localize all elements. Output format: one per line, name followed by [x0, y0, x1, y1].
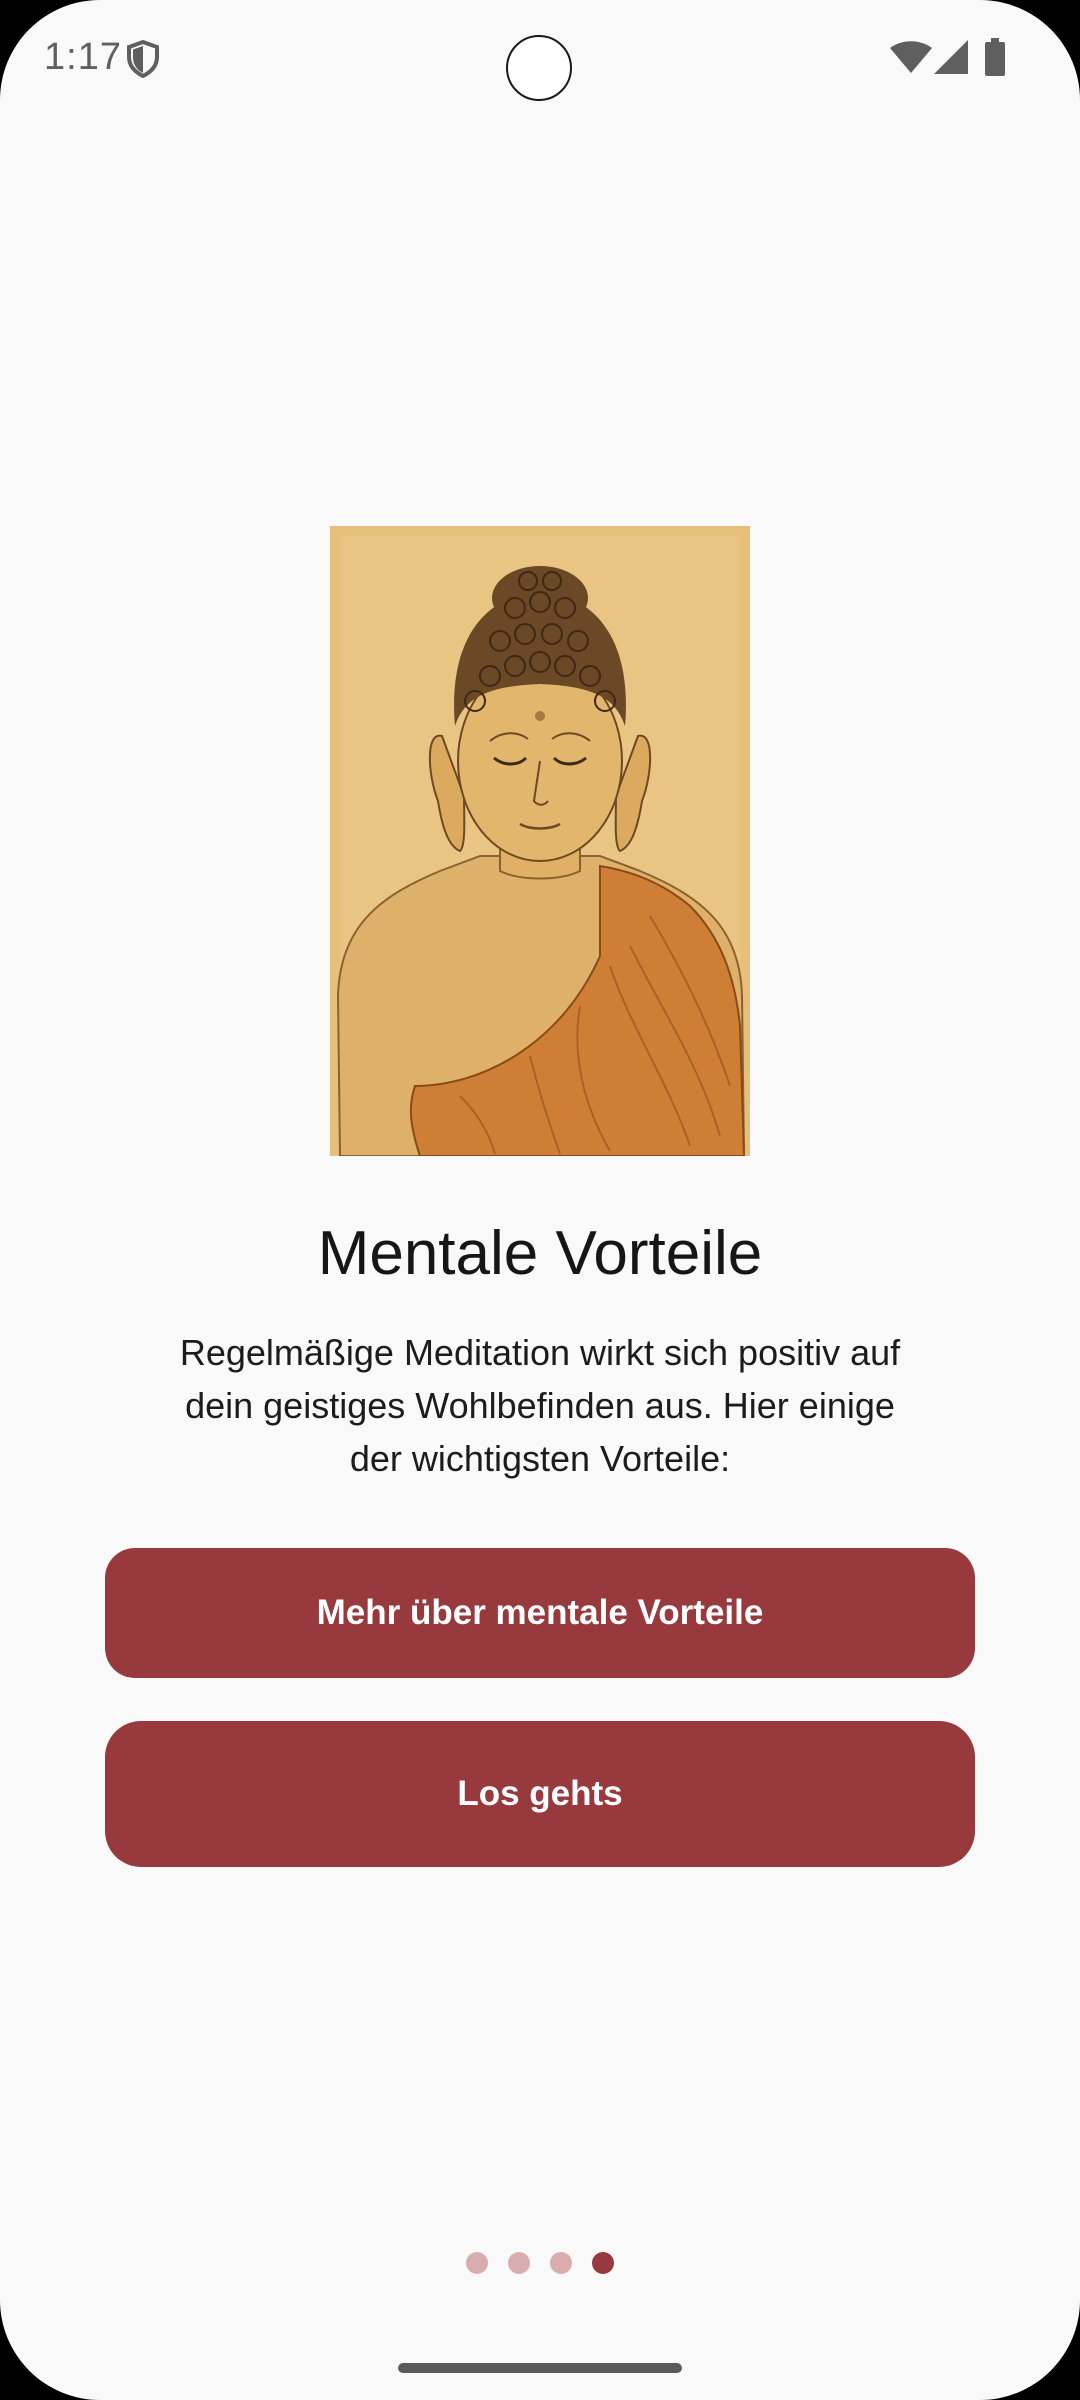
- page-indicator-dot[interactable]: [550, 2252, 572, 2274]
- page-description: Regelmäßige Meditation wirkt sich positi…: [179, 1332, 901, 1479]
- page-indicator: [0, 2252, 1080, 2276]
- status-bar: 1:17: [0, 0, 1080, 120]
- shield-icon: [127, 40, 159, 78]
- page-title: Mentale Vorteile: [317, 1219, 763, 1288]
- buddha-illustration: [330, 526, 750, 1156]
- get-started-button[interactable]: Los gehts: [105, 1721, 975, 1867]
- home-indicator[interactable]: [398, 2363, 682, 2373]
- cellular-signal-icon: [934, 40, 968, 74]
- page-indicator-dot[interactable]: [508, 2252, 530, 2274]
- battery-icon: [985, 38, 1005, 76]
- front-camera: [506, 35, 572, 101]
- page-indicator-dot[interactable]: [466, 2252, 488, 2274]
- status-time: 1:17: [44, 36, 122, 78]
- page-indicator-dot-active[interactable]: [592, 2252, 614, 2274]
- wifi-icon: [890, 41, 932, 73]
- more-mental-benefits-button[interactable]: Mehr über mentale Vorteile: [105, 1548, 975, 1678]
- app-screen: 1:17 Mentale Vorteile Regelmäßige Medita…: [0, 0, 1080, 2400]
